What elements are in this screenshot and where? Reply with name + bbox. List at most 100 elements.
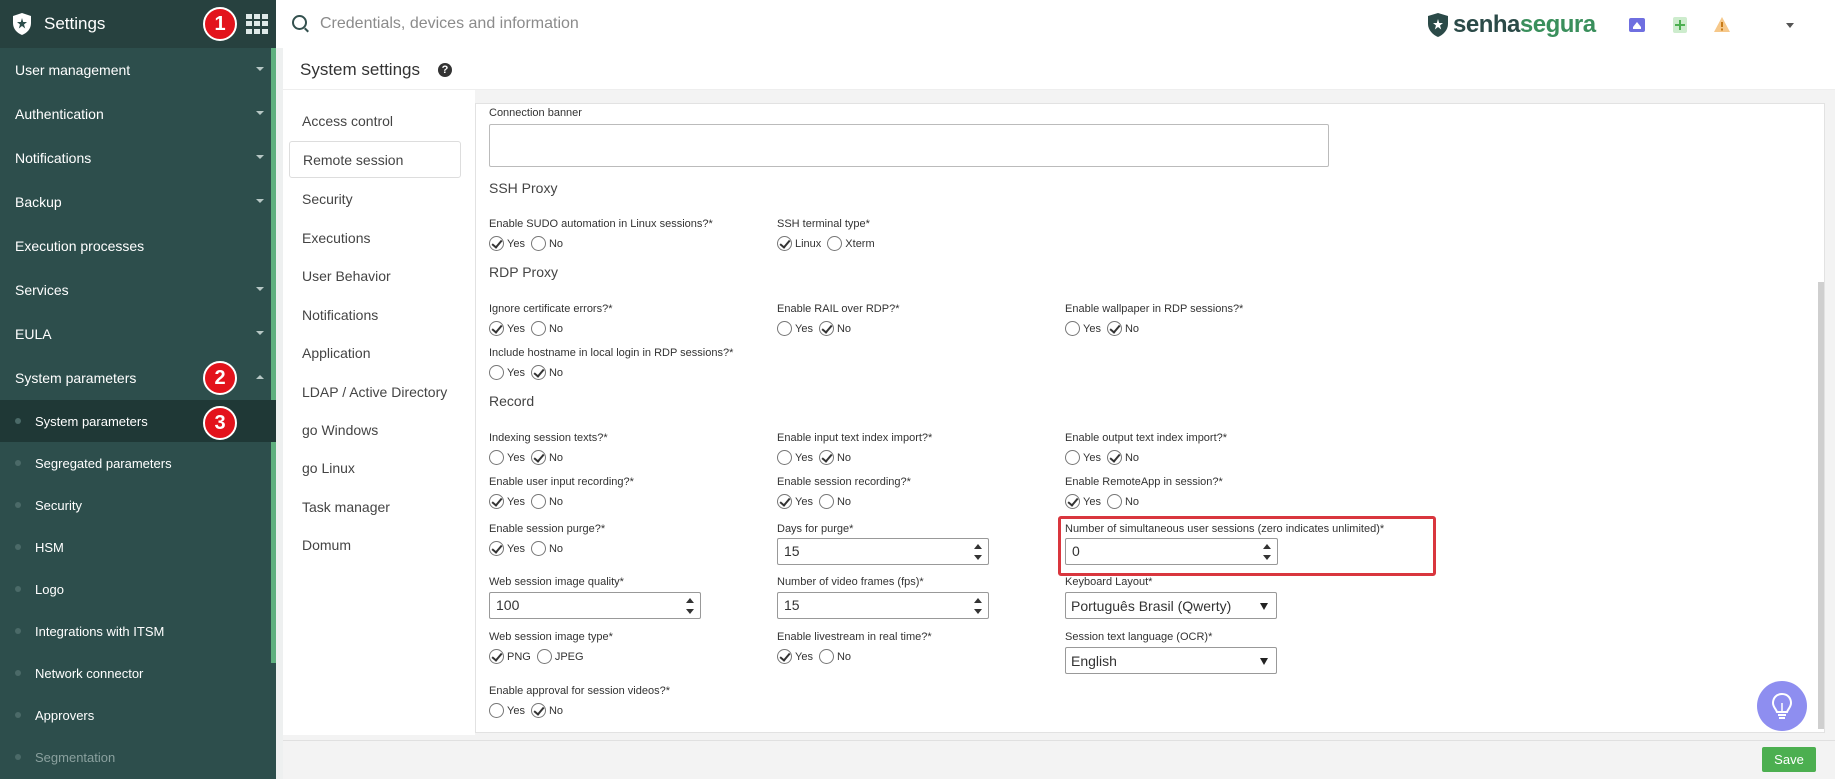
radio-label: Yes — [507, 322, 525, 335]
rail-yes-radio[interactable] — [777, 321, 792, 336]
tab-application[interactable]: Application — [289, 334, 461, 371]
tab-executions[interactable]: Executions — [289, 219, 461, 256]
output-index-yes-radio[interactable] — [1065, 450, 1080, 465]
input-index-label: Enable input text index import?* — [777, 432, 933, 444]
radio-label: Xterm — [845, 237, 875, 250]
remote-session-form: Connection banner SSH Proxy Enable SUDO … — [475, 103, 1825, 733]
spinner-icon[interactable] — [974, 544, 982, 560]
rdp-proxy-heading: RDP Proxy — [489, 264, 558, 280]
sidebar-subitem-approvers[interactable]: Approvers — [0, 694, 276, 736]
input-index-no-radio[interactable] — [818, 450, 834, 465]
wallpaper-yes-radio[interactable] — [1065, 321, 1080, 336]
search-input[interactable] — [320, 12, 820, 36]
remoteapp-no-radio[interactable] — [1106, 494, 1122, 509]
remoteapp-yes-radio[interactable] — [1065, 494, 1080, 509]
tab-task-manager[interactable]: Task manager — [289, 488, 461, 525]
add-icon[interactable] — [1671, 16, 1689, 34]
approval-yes-radio[interactable] — [489, 703, 504, 718]
livestream-radio-group: Yes No — [777, 649, 851, 664]
sidebar-subitem-security[interactable]: Security — [0, 484, 276, 526]
rail-no-radio[interactable] — [818, 321, 834, 336]
sidebar-item-notifications[interactable]: Notifications — [0, 136, 276, 180]
sidebar-item-authentication[interactable]: Authentication — [0, 92, 276, 136]
radio-label: No — [548, 704, 564, 717]
tab-security[interactable]: Security — [289, 180, 461, 217]
keyboard-layout-select[interactable]: Português Brasil (Qwerty) — [1065, 592, 1277, 619]
indexing-no-radio[interactable] — [530, 450, 546, 465]
warning-icon[interactable] — [1713, 16, 1731, 34]
purge-no-radio[interactable] — [530, 541, 546, 556]
sidebar-item-services[interactable]: Services — [0, 268, 276, 312]
indexing-yes-radio[interactable] — [489, 450, 504, 465]
sidebar-subitem-segregated-parameters[interactable]: Segregated parameters — [0, 442, 276, 484]
tab-user-behavior[interactable]: User Behavior — [289, 257, 461, 294]
content-scrollbar[interactable] — [1818, 282, 1824, 729]
input-rec-no-radio[interactable] — [530, 494, 546, 509]
radio-label: Yes — [795, 495, 813, 508]
sidebar-subitem-integrations-itsm[interactable]: Integrations with ITSM — [0, 610, 276, 652]
save-button[interactable]: Save — [1762, 747, 1816, 772]
sidebar-item-label: System parameters — [15, 370, 137, 386]
sidebar-subitem-logo[interactable]: Logo — [0, 568, 276, 610]
tab-remote-session[interactable]: Remote session — [289, 141, 461, 178]
user-menu-chevron-icon[interactable] — [1786, 23, 1794, 28]
sudo-no-radio[interactable] — [530, 236, 546, 251]
approval-no-radio[interactable] — [530, 703, 546, 718]
help-icon[interactable]: ? — [438, 63, 452, 77]
hostname-yes-radio[interactable] — [489, 365, 504, 380]
sidebar-item-user-management[interactable]: User management — [0, 48, 276, 92]
sudo-automation-radio-group: Yes No — [489, 236, 563, 251]
radio-label: Yes — [507, 495, 525, 508]
jpeg-radio[interactable] — [536, 649, 552, 664]
png-radio[interactable] — [489, 649, 504, 664]
wallpaper-rdp-label: Enable wallpaper in RDP sessions?* — [1065, 303, 1244, 315]
sidebar-item-label: User management — [15, 62, 131, 78]
livestream-no-radio[interactable] — [818, 649, 834, 664]
sidebar-item-eula[interactable]: EULA — [0, 312, 276, 356]
sidebar-subitem-network-connector[interactable]: Network connector — [0, 652, 276, 694]
session-rec-no-radio[interactable] — [818, 494, 834, 509]
apps-grid-icon[interactable] — [246, 14, 268, 34]
output-index-no-radio[interactable] — [1106, 450, 1122, 465]
livestream-yes-radio[interactable] — [777, 649, 792, 664]
lightbulb-help-button[interactable] — [1757, 681, 1807, 731]
home-icon[interactable] — [1628, 16, 1646, 34]
sidebar-item-label: Services — [15, 282, 69, 298]
video-frames-input[interactable]: 15 — [777, 592, 989, 619]
sidebar-subitem-segmentation[interactable]: Segmentation — [0, 736, 276, 778]
days-for-purge-input[interactable]: 15 — [777, 538, 989, 565]
ignore-cert-label: Ignore certificate errors?* — [489, 303, 613, 315]
input-rec-yes-radio[interactable] — [489, 494, 504, 509]
tab-go-windows[interactable]: go Windows — [289, 411, 461, 448]
connection-banner-textarea[interactable] — [489, 124, 1329, 167]
ssh-xterm-radio[interactable] — [827, 236, 843, 251]
days-for-purge-value: 15 — [784, 543, 800, 559]
sidebar-subitem-hsm[interactable]: HSM — [0, 526, 276, 568]
brand-logo[interactable]: senhasegura — [1426, 11, 1596, 39]
tab-go-linux[interactable]: go Linux — [289, 449, 461, 486]
spinner-icon[interactable] — [686, 598, 694, 614]
sudo-yes-radio[interactable] — [489, 236, 504, 251]
ssh-linux-radio[interactable] — [777, 236, 792, 251]
tab-notifications[interactable]: Notifications — [289, 296, 461, 333]
search-icon — [292, 15, 307, 30]
sidebar-item-execution-processes[interactable]: Execution processes — [0, 224, 276, 268]
image-quality-input[interactable]: 100 — [489, 592, 701, 619]
sidebar-item-backup[interactable]: Backup — [0, 180, 276, 224]
ignore-cert-yes-radio[interactable] — [489, 321, 504, 336]
ocr-language-select[interactable]: English — [1065, 647, 1277, 674]
video-frames-value: 15 — [784, 597, 800, 613]
spinner-icon[interactable] — [974, 598, 982, 614]
tab-access-control[interactable]: Access control — [289, 102, 461, 139]
tab-ldap-active-directory[interactable]: LDAP / Active Directory — [289, 373, 461, 410]
session-rec-yes-radio[interactable] — [777, 494, 792, 509]
hostname-no-radio[interactable] — [530, 365, 546, 380]
keyboard-layout-value: Português Brasil (Qwerty) — [1071, 598, 1232, 614]
wallpaper-no-radio[interactable] — [1106, 321, 1122, 336]
ignore-cert-no-radio[interactable] — [530, 321, 546, 336]
radio-label: No — [836, 650, 852, 663]
purge-yes-radio[interactable] — [489, 541, 504, 556]
tab-domum[interactable]: Domum — [289, 526, 461, 563]
input-index-yes-radio[interactable] — [777, 450, 792, 465]
radio-label: No — [1124, 322, 1140, 335]
